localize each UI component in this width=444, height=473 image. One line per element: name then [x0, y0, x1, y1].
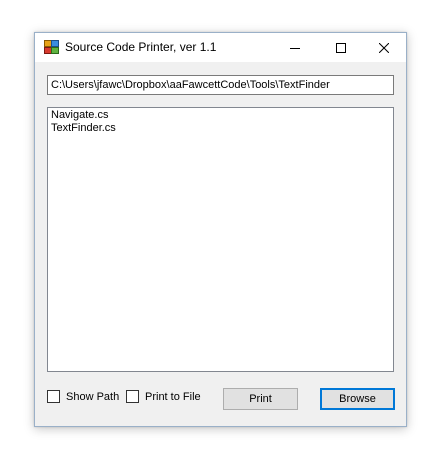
print-button[interactable]: Print — [223, 388, 298, 410]
window-title: Source Code Printer, ver 1.1 — [65, 40, 217, 54]
close-icon — [379, 42, 389, 53]
minimize-icon — [290, 47, 300, 49]
browse-button[interactable]: Browse — [320, 388, 395, 410]
title-bar[interactable]: Source Code Printer, ver 1.1 — [35, 33, 406, 62]
app-window: Source Code Printer, ver 1.1 Navigate.cs… — [34, 32, 407, 427]
maximize-button[interactable] — [318, 33, 364, 62]
file-list[interactable]: Navigate.cs TextFinder.cs — [47, 107, 394, 372]
show-path-checkbox[interactable]: Show Path — [47, 390, 119, 403]
app-icon[interactable] — [44, 40, 59, 54]
list-item[interactable]: Navigate.cs — [51, 109, 390, 122]
list-item[interactable]: TextFinder.cs — [51, 122, 390, 135]
maximize-icon — [336, 42, 346, 53]
show-path-label[interactable]: Show Path — [66, 391, 119, 403]
path-input[interactable] — [47, 75, 394, 95]
minimize-button[interactable] — [272, 33, 318, 62]
print-to-file-checkbox[interactable]: Print to File — [126, 390, 201, 403]
print-to-file-checkbox-box[interactable] — [126, 390, 139, 403]
print-to-file-label[interactable]: Print to File — [145, 391, 201, 403]
show-path-checkbox-box[interactable] — [47, 390, 60, 403]
close-button[interactable] — [361, 33, 407, 62]
